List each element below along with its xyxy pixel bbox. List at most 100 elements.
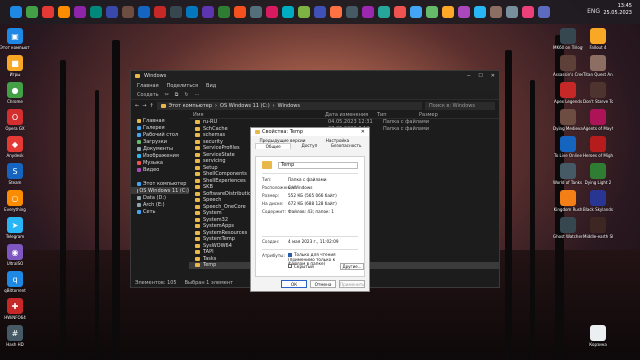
column-name[interactable]: Имя [189,112,321,118]
taskbar-app-icon[interactable] [138,6,150,18]
taskbar-app-icon[interactable] [474,6,486,18]
taskbar-app-icon[interactable] [250,6,262,18]
desktop-shortcut[interactable]: ○ Everything [0,190,30,212]
copy-icon[interactable]: ⧉ [175,92,179,98]
desktop-shortcut[interactable]: ■ Игры [0,55,30,77]
cut-icon[interactable]: ✂ [165,92,169,98]
taskbar-app-icon[interactable] [58,6,70,18]
tray-language[interactable]: ENG [587,8,600,15]
breadcrumb-item[interactable]: Этот компьютер [169,103,212,109]
desktop-shortcut[interactable]: ◆ Anydesk [0,136,30,158]
breadcrumb-item[interactable]: Windows [278,103,300,109]
search-input[interactable]: Поиск в: Windows [425,101,495,110]
desktop-shortcut[interactable]: Apex Legends [553,82,583,104]
nav-item[interactable]: Сеть [131,208,189,215]
explorer-titlebar[interactable]: Windows ─ ☐ ✕ [131,71,499,81]
tab-security[interactable]: Безопасность [328,143,365,149]
column-date[interactable]: Дата изменения [321,112,373,118]
taskbar-app-icon[interactable] [154,6,166,18]
nav-item[interactable]: Музыка [131,159,189,166]
desktop-shortcut[interactable]: Корзина [583,325,613,347]
taskbar-app-icon[interactable] [170,6,182,18]
close-icon[interactable]: ✕ [361,129,365,135]
forward-icon[interactable]: → [142,103,146,109]
nav-item[interactable]: Документы [131,145,189,152]
nav-item[interactable]: Видео [131,166,189,173]
taskbar-app-icon[interactable] [106,6,118,18]
nav-item[interactable]: OS Windows 11 (C:) [131,187,189,194]
apply-button[interactable]: Применить [339,280,365,288]
nav-item[interactable]: Изображения [131,152,189,159]
maximize-icon[interactable]: ☐ [478,73,482,79]
taskbar-app-icon[interactable] [346,6,358,18]
new-button[interactable]: Создать [137,92,159,98]
desktop-shortcut[interactable]: Agents of Mayhem [583,109,613,131]
taskbar-app-icon[interactable] [266,6,278,18]
ribbon-tab[interactable]: Поделиться [167,83,198,89]
dialog-titlebar[interactable]: Свойства: Temp ✕ [251,128,369,136]
taskbar-app-icon[interactable] [410,6,422,18]
taskbar-app-icon[interactable] [378,6,390,18]
taskbar-app-icon[interactable] [362,6,374,18]
cancel-button[interactable]: Отмена [310,280,336,288]
desktop-shortcut[interactable]: O Opera GX [0,109,30,131]
taskbar-app-icon[interactable] [442,6,454,18]
advanced-button[interactable]: Другие... [340,263,364,270]
taskbar-app-icon[interactable] [90,6,102,18]
taskbar-app-icon[interactable] [282,6,294,18]
desktop-shortcut[interactable]: Ghost Watchers [553,217,583,239]
desktop-shortcut[interactable]: ● Chrome [0,82,30,104]
breadcrumb-item[interactable]: OS Windows 11 (C:) [220,103,270,109]
nav-item[interactable]: Галерея [131,124,189,131]
desktop-shortcut[interactable]: ✚ HWiNFO64 [0,298,30,320]
taskbar-app-icon[interactable] [42,6,54,18]
desktop-shortcut[interactable]: Don't Starve Together [583,82,613,104]
taskbar-app-icon[interactable] [26,6,38,18]
up-icon[interactable]: ↑ [149,103,153,109]
ok-button[interactable]: ОК [281,280,307,288]
ribbon-tab[interactable]: Главная [137,83,159,89]
tab-general[interactable]: Общие [255,143,292,149]
refresh-icon[interactable]: ↻ [184,92,188,98]
taskbar-app-icon[interactable] [314,6,326,18]
taskbar-app-icon[interactable] [218,6,230,18]
nav-item[interactable]: Главная [131,117,189,124]
nav-item[interactable]: Data (D:) [131,194,189,201]
taskbar-app-icon[interactable] [234,6,246,18]
desktop-shortcut[interactable]: Black Skylands [583,190,613,212]
address-bar[interactable]: Этот компьютер › OS Windows 11 (C:) › Wi… [156,101,422,110]
desktop-shortcut[interactable]: Kingdom Rush [553,190,583,212]
taskbar-app-icon[interactable] [522,6,534,18]
taskbar-app-icon[interactable] [330,6,342,18]
desktop-shortcut[interactable]: Dying Light 2 [583,163,613,185]
desktop-shortcut[interactable]: ◉ UltraISO [0,244,30,266]
close-icon[interactable]: ✕ [491,73,495,79]
taskbar-app-icon[interactable] [458,6,470,18]
hidden-checkbox[interactable]: Скрытый [288,264,314,269]
ribbon-tab[interactable]: Вид [206,83,216,89]
desktop-shortcut[interactable]: ➤ Telegram [0,217,30,239]
taskbar-app-icon[interactable] [506,6,518,18]
taskbar-app-icon[interactable] [74,6,86,18]
desktop-shortcut[interactable]: Heroes of Might & Magic [583,136,613,158]
taskbar-app-icon[interactable] [426,6,438,18]
nav-item[interactable]: Этот компьютер [131,180,189,187]
desktop-shortcut[interactable]: Middle-earth Shadow of War [583,217,613,239]
desktop-shortcut[interactable]: Titan Quest Anniversary [583,55,613,77]
name-field[interactable]: Temp [278,161,358,169]
taskbar-app-icon[interactable] [122,6,134,18]
desktop-shortcut[interactable]: Fallout 4 [583,28,613,50]
taskbar-app-icon[interactable] [394,6,406,18]
desktop-shortcut[interactable]: Dying Medieval [553,109,583,131]
nav-item[interactable]: Arch (E:) [131,201,189,208]
column-type[interactable]: Тип [373,112,415,118]
desktop-shortcut[interactable]: # Hash HD [0,325,30,347]
desktop-shortcut[interactable]: Assassin's Creed [553,55,583,77]
back-icon[interactable]: ← [135,103,139,109]
taskbar-app-icon[interactable] [490,6,502,18]
minimize-icon[interactable]: ─ [467,73,470,79]
nav-item[interactable]: Рабочий стол [131,131,189,138]
more-icon[interactable]: ⋯ [195,92,200,98]
column-size[interactable]: Размер [415,112,438,118]
taskbar-app-icon[interactable] [298,6,310,18]
